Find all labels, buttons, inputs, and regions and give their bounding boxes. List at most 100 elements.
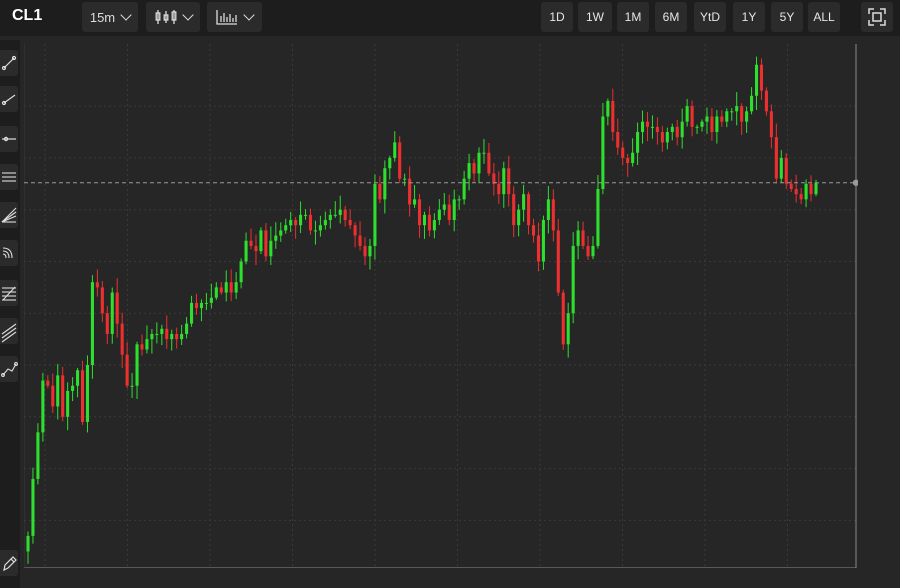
candle <box>804 183 808 200</box>
candle <box>645 121 650 127</box>
candle <box>670 126 674 133</box>
candle <box>66 390 70 417</box>
candle <box>641 121 645 133</box>
tool-fibonacci[interactable] <box>0 280 18 306</box>
candle <box>180 333 184 340</box>
range-5y-button[interactable]: 5Y <box>771 2 803 32</box>
range-1d-button[interactable]: 1D <box>541 2 573 32</box>
range-1w-button[interactable]: 1W <box>578 2 612 32</box>
candle <box>735 106 739 112</box>
candle <box>76 370 80 386</box>
candle <box>774 137 778 179</box>
fullscreen-button[interactable] <box>861 2 893 32</box>
candle <box>660 132 664 143</box>
tool-horizontal-line[interactable] <box>0 126 18 152</box>
candle <box>398 142 402 179</box>
candle <box>249 240 253 246</box>
candle <box>284 225 288 231</box>
chevron-down-icon <box>243 8 255 21</box>
candle <box>452 199 456 221</box>
candle <box>522 194 526 210</box>
ray-icon <box>1 94 16 106</box>
chevron-down-icon <box>181 8 194 21</box>
interval-select[interactable]: 15m <box>82 2 138 32</box>
candle <box>155 333 159 335</box>
trend-line-icon <box>1 55 17 71</box>
range-all-button[interactable]: ALL <box>808 2 840 32</box>
candle <box>799 194 803 200</box>
tool-parallel-channel[interactable] <box>0 318 18 344</box>
candle <box>150 333 154 340</box>
candle <box>199 302 203 309</box>
candle <box>655 126 659 133</box>
parallel-channel-icon <box>1 323 17 343</box>
candle <box>507 168 511 195</box>
candle <box>487 152 491 174</box>
candle <box>566 313 570 345</box>
candle <box>442 204 446 210</box>
candle <box>100 287 104 314</box>
tool-pencil[interactable] <box>0 550 18 576</box>
tool-horizontal-ray[interactable] <box>0 164 18 190</box>
candle <box>120 323 124 355</box>
candle <box>31 478 35 536</box>
candle <box>665 132 669 143</box>
candle <box>750 95 754 112</box>
candle <box>224 282 228 293</box>
candle <box>56 375 60 407</box>
candle <box>303 214 308 216</box>
candle <box>313 230 317 232</box>
candle <box>289 220 293 226</box>
chart-type-select[interactable] <box>146 2 200 32</box>
candle <box>165 328 169 340</box>
candle <box>413 199 417 205</box>
candle <box>477 152 481 174</box>
candle <box>140 344 144 350</box>
range-ytd-button[interactable]: YtD <box>694 2 726 32</box>
candle <box>745 111 749 122</box>
tool-ray[interactable] <box>0 86 18 112</box>
candle <box>730 111 734 113</box>
drawing-tools-sidebar <box>0 40 20 588</box>
chevron-down-icon <box>120 8 132 21</box>
candle <box>685 106 689 122</box>
range-1y-button[interactable]: 1Y <box>733 2 765 32</box>
fullscreen-icon <box>868 8 886 26</box>
arc-icon <box>2 247 13 259</box>
range-6m-button[interactable]: 6M <box>655 2 687 32</box>
candle <box>779 157 783 179</box>
candle <box>190 302 194 324</box>
candle <box>725 111 729 122</box>
tool-path[interactable] <box>0 356 18 382</box>
candle <box>576 230 580 246</box>
candle <box>482 152 486 154</box>
candle <box>219 287 223 293</box>
candle <box>294 220 298 226</box>
candle <box>328 214 332 221</box>
tool-trend-line[interactable] <box>0 50 18 76</box>
candle <box>546 199 550 221</box>
candle <box>308 214 313 231</box>
candle <box>234 282 238 293</box>
candle <box>680 121 684 138</box>
candle <box>41 380 45 433</box>
range-1m-button[interactable]: 1M <box>617 2 649 32</box>
candle <box>675 126 679 138</box>
candle <box>556 230 560 293</box>
candle <box>631 152 635 164</box>
candle <box>636 132 640 153</box>
tool-arc[interactable] <box>0 240 18 266</box>
candle <box>447 204 451 221</box>
price-chart[interactable]: 108.00108.50109.00109.50110.00110.50111.… <box>24 44 858 568</box>
candle <box>561 292 565 345</box>
candle <box>269 240 273 257</box>
tool-fan[interactable] <box>0 202 18 228</box>
candle <box>512 194 516 226</box>
indicators-select[interactable] <box>207 2 262 32</box>
candle <box>705 116 709 122</box>
candle <box>338 209 342 215</box>
candle <box>789 183 793 189</box>
candle <box>740 106 744 122</box>
candle <box>695 126 699 128</box>
candle <box>244 240 248 262</box>
